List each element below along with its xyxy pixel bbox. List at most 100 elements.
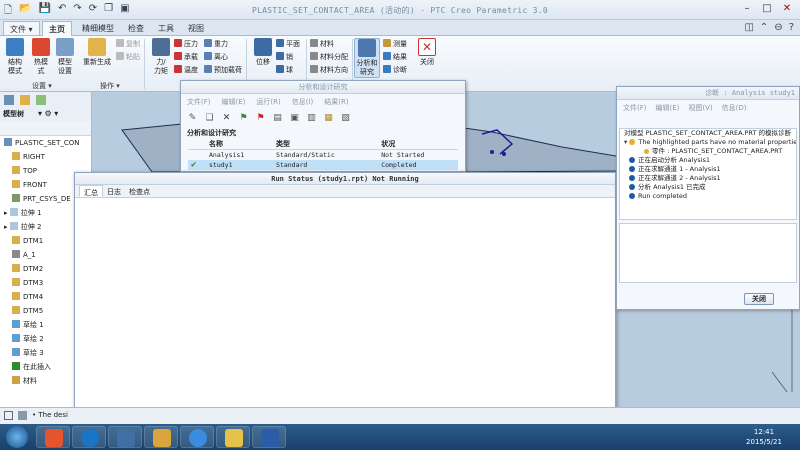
menu-file[interactable]: 文件(F) [623,103,647,113]
tab-log[interactable]: 日志 [103,185,125,197]
results-view-icon[interactable]: ▣ [289,113,300,124]
menu-results[interactable]: 结果(R) [324,97,348,107]
expand-icon[interactable]: ▾ [624,138,627,146]
taskbar-app[interactable] [180,426,214,448]
list-item[interactable]: Run completed [620,192,796,201]
start-button-icon[interactable] [6,426,28,448]
tab-tools[interactable]: 工具 [152,21,180,36]
tab-home[interactable]: 主页 [42,21,72,36]
taskbar-app[interactable] [72,426,106,448]
search-icon[interactable]: ⊖ [774,22,782,33]
col-type-header: 类型 [273,139,379,150]
pressure-button[interactable]: 压力 [174,39,198,50]
list-item[interactable]: 正在求解通道 2 - Analysis1 [620,174,796,183]
edit-icon[interactable]: ✎ [187,113,198,124]
table-row[interactable]: Analysis1 Standard/Static Not Started [188,150,458,160]
preload-button[interactable]: 预加载荷 [204,65,242,76]
minimize-icon[interactable]: – [738,2,756,16]
export-icon[interactable]: ▧ [340,113,351,124]
copy-icon[interactable]: ❏ [204,113,215,124]
copy-button[interactable]: 复制 [116,39,140,50]
group-operations-label[interactable]: 操作 ▾ [100,81,120,91]
taskbar-app[interactable] [216,426,250,448]
bearing-button[interactable]: 承载 [174,52,198,63]
close-icon[interactable]: ✕ [778,2,796,16]
csys-icon [12,194,20,202]
ball-button[interactable]: 球 [276,65,293,76]
table-row[interactable]: ✔ study1 Standard Completed [188,159,458,170]
message-icon[interactable] [18,411,27,420]
material-assign-button[interactable]: 材料分配 [310,52,348,63]
menu-run[interactable]: 运行(R) [256,97,280,107]
list-item[interactable]: 正在求解通道 1 - Analysis1 [620,165,796,174]
start-run-icon[interactable]: ⚑ [238,113,249,124]
tab-inspect[interactable]: 检查 [122,21,150,36]
stop-run-icon[interactable]: ⚑ [255,113,266,124]
layout-icon[interactable] [4,411,13,420]
taskbar-app[interactable] [252,426,286,448]
diagnostics-list[interactable]: 对模型 PLASTIC_SET_CONTACT_AREA.PRT 的模拟诊断 ▾… [619,128,797,220]
tree-settings-icon[interactable]: ▾ ⚙ ▾ [38,109,58,118]
regenerate-button[interactable]: 重新生成 [80,38,114,67]
status-icon[interactable]: ▤ [272,113,283,124]
word-app-icon [261,429,279,447]
diagnostics-dialog: 诊断 : Analysis study1 文件(F) 编辑(E) 视图(V) 信… [616,86,800,310]
taskbar-app[interactable] [108,426,142,448]
info-icon [629,157,635,163]
group-setup-label[interactable]: 设置 ▾ [32,81,52,91]
maximize-icon[interactable]: □ [758,2,776,16]
report-icon[interactable]: ▦ [323,113,334,124]
material-orient-button[interactable]: 材料方向 [310,65,348,76]
tree-item[interactable]: PLASTIC_SET_CON [0,136,91,150]
menu-view[interactable]: 视图(V) [688,103,712,113]
close-button[interactable]: ✕ 关闭 [414,38,440,67]
material-button[interactable]: 材料 [310,39,334,50]
paste-button[interactable]: 粘贴 [116,52,140,63]
tab-checkpoints[interactable]: 检查点 [125,185,154,197]
tab-file[interactable]: 文件 ▾ [3,21,40,36]
model-tree-tab-icon[interactable] [4,95,14,105]
thermal-mode-button[interactable]: 热模 式 [28,38,54,76]
tree-item[interactable]: RIGHT [0,150,91,164]
gravity-button[interactable]: 重力 [204,39,228,50]
diag-close-button[interactable]: 关闭 [744,293,774,305]
favorites-tab-icon[interactable] [36,95,46,105]
tab-view[interactable]: 视图 [182,21,210,36]
diagnostics-button[interactable]: 诊断 [383,65,407,76]
pin-button[interactable]: 销 [276,52,293,63]
summary-text-area[interactable] [75,198,615,426]
tab-refine-model[interactable]: 精细模型 [76,21,120,36]
plane-button[interactable]: 平面 [276,39,300,50]
menu-info[interactable]: 信息(D) [722,103,747,113]
taskbar-app[interactable] [36,426,70,448]
tab-summary[interactable]: 汇总 [79,185,103,197]
model-setup-button[interactable]: 模型 设置 [52,38,78,76]
menu-file[interactable]: 文件(F) [187,97,211,107]
list-item[interactable]: ▾ The highlighted parts have no material… [620,138,796,147]
folder-browser-tab-icon[interactable] [20,95,30,105]
centrifugal-button[interactable]: 离心 [204,52,228,63]
tree-label[interactable]: 模型树 [3,109,24,119]
sketch-icon [12,320,20,328]
menu-info[interactable]: 信息(I) [292,97,314,107]
coord-system [768,306,793,393]
displacement-button[interactable]: 位移 [250,38,276,67]
taskbar-app[interactable] [144,426,178,448]
analysis-study-button[interactable]: 分析和 研究 [354,38,380,78]
pin-icon[interactable]: ◫ [744,22,753,33]
list-item[interactable]: 正在启动分析 Analysis1 [620,156,796,165]
clock[interactable]: 12:41 2015/5/21 [734,427,794,447]
list-item[interactable]: 分析 Analysis1 已完成 [620,183,796,192]
results-button[interactable]: 结果 [383,52,407,63]
optimize-icon[interactable]: ▥ [306,113,317,124]
force-moment-button[interactable]: 力/ 力矩 [148,38,174,76]
temperature-button[interactable]: 温度 [174,65,198,76]
menu-edit[interactable]: 编辑(E) [656,103,680,113]
measure-button[interactable]: 测量 [383,39,407,50]
structure-mode-button[interactable]: 结构 模式 [2,38,28,76]
menu-edit[interactable]: 编辑(E) [222,97,246,107]
delete-icon[interactable]: ✕ [221,113,232,124]
ribbon-collapse-icon[interactable]: ⌃ [760,22,768,33]
help-icon[interactable]: ? [789,22,794,33]
list-item[interactable]: 零件 : PLASTIC_SET_CONTACT_AREA.PRT [620,147,796,156]
